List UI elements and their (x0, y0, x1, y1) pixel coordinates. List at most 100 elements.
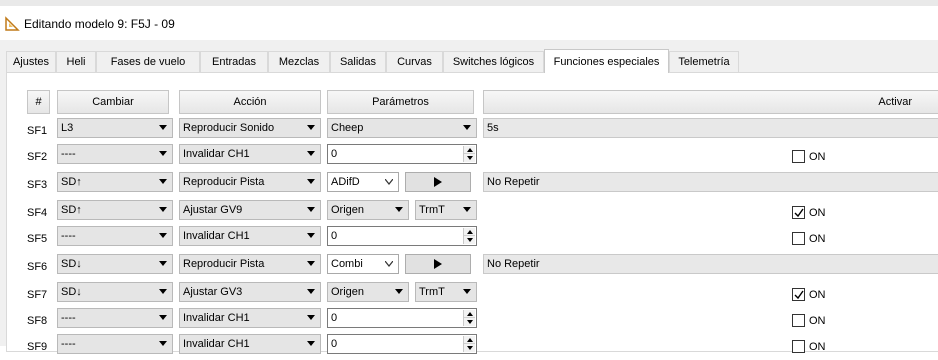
function-id: SF7 (27, 289, 48, 301)
chevron-down-icon (463, 125, 471, 130)
repeat-field[interactable]: No Repetir (483, 254, 938, 274)
tab-salidas[interactable]: Salidas (330, 51, 386, 72)
action-dropdown[interactable]: Ajustar GV3 (179, 282, 321, 302)
function-row: SF4 SD↑ Ajustar GV9 Origen TrmT ON (27, 200, 938, 226)
tab-funciones-especiales[interactable]: Funciones especiales (544, 49, 669, 73)
chevron-down-icon (159, 207, 167, 212)
special-functions-page: # Cambiar Acción Parámetros Activar SF1 … (6, 72, 938, 354)
switch-dropdown[interactable]: ---- (57, 144, 173, 164)
function-id: SF3 (27, 179, 48, 191)
enable-checkbox[interactable] (792, 232, 805, 245)
switch-dropdown[interactable]: ---- (57, 334, 173, 354)
play-icon (434, 259, 442, 269)
checkbox-label: ON (809, 315, 826, 327)
title-bar: Editando modelo 9: F5J - 09 (0, 0, 938, 40)
chevron-down-icon (307, 341, 315, 346)
tab-mezclas[interactable]: Mezclas (268, 51, 330, 72)
repeat-field[interactable]: 5s (483, 118, 938, 138)
source-type-dropdown[interactable]: Origen (327, 282, 409, 302)
source-dropdown[interactable]: TrmT (415, 282, 477, 302)
switch-dropdown[interactable]: L3 (57, 118, 173, 138)
chevron-down-icon (307, 125, 315, 130)
switch-dropdown[interactable]: SD↑ (57, 200, 173, 220)
checkbox-label: ON (809, 207, 826, 219)
function-row: SF1 L3 Reproducir Sonido Cheep 5s (27, 118, 938, 144)
function-row: SF7 SD↓ Ajustar GV3 Origen TrmT ON (27, 282, 938, 308)
spin-down-icon (466, 346, 473, 350)
tab-ajustes[interactable]: Ajustes (6, 51, 56, 72)
spin-buttons[interactable] (463, 146, 475, 162)
tab-switches-logicos[interactable]: Switches lógicos (443, 51, 544, 72)
source-type-dropdown[interactable]: Origen (327, 200, 409, 220)
client-area: Ajustes Heli Fases de vuelo Entradas Mez… (0, 40, 938, 354)
source-dropdown[interactable]: TrmT (415, 200, 477, 220)
spin-up-icon (466, 147, 473, 152)
spin-up-icon (466, 229, 473, 234)
action-dropdown[interactable]: Invalidar CH1 (179, 334, 321, 354)
action-dropdown[interactable]: Ajustar GV9 (179, 200, 321, 220)
enable-checkbox[interactable] (792, 206, 805, 219)
switch-dropdown[interactable]: SD↓ (57, 254, 173, 274)
sound-dropdown[interactable]: Cheep (327, 118, 477, 138)
chevron-down-icon (385, 261, 393, 267)
function-row: SF8 ---- Invalidar CH1 0 ON (27, 308, 938, 334)
value-spinbox[interactable]: 0 (327, 226, 477, 246)
enable-checkbox[interactable] (792, 340, 805, 353)
action-dropdown[interactable]: Reproducir Pista (179, 254, 321, 274)
chevron-down-icon (463, 289, 471, 294)
action-dropdown[interactable]: Invalidar CH1 (179, 226, 321, 246)
function-row: SF3 SD↑ Reproducir Pista ADifD No Repeti… (27, 172, 938, 198)
switch-dropdown[interactable]: ---- (57, 226, 173, 246)
switch-dropdown[interactable]: SD↑ (57, 172, 173, 192)
tab-fases-de-vuelo[interactable]: Fases de vuelo (96, 51, 200, 72)
action-dropdown[interactable]: Reproducir Pista (179, 172, 321, 192)
tab-heli[interactable]: Heli (56, 51, 96, 72)
header-switch: Cambiar (57, 90, 169, 114)
spin-down-icon (466, 156, 473, 160)
chevron-down-icon (159, 341, 167, 346)
tab-curvas[interactable]: Curvas (386, 51, 443, 72)
track-dropdown[interactable]: ADifD (327, 172, 399, 192)
action-dropdown[interactable]: Invalidar CH1 (179, 144, 321, 164)
enable-checkbox[interactable] (792, 314, 805, 327)
value-spinbox[interactable]: 0 (327, 144, 477, 164)
chevron-down-icon (307, 315, 315, 320)
repeat-field[interactable]: No Repetir (483, 172, 938, 192)
switch-dropdown[interactable]: ---- (57, 308, 173, 328)
checkbox-label: ON (809, 151, 826, 163)
chevron-down-icon (159, 179, 167, 184)
function-id: SF4 (27, 207, 48, 219)
action-dropdown[interactable]: Reproducir Sonido (179, 118, 321, 138)
spin-buttons[interactable] (463, 228, 475, 244)
function-id: SF6 (27, 261, 48, 273)
checkbox-label: ON (809, 289, 826, 301)
value-spinbox[interactable]: 0 (327, 334, 477, 354)
enable-checkbox[interactable] (792, 150, 805, 163)
function-row: SF9 ---- Invalidar CH1 0 ON (27, 334, 938, 360)
chevron-down-icon (463, 207, 471, 212)
play-button[interactable] (405, 254, 471, 274)
spin-buttons[interactable] (463, 310, 475, 326)
action-dropdown[interactable]: Invalidar CH1 (179, 308, 321, 328)
play-button[interactable] (405, 172, 471, 192)
track-dropdown[interactable]: Combi (327, 254, 399, 274)
spin-down-icon (466, 320, 473, 324)
header-enable: Activar (483, 90, 938, 114)
header-action: Acción (179, 90, 321, 114)
spin-up-icon (466, 337, 473, 342)
checkmark-icon (794, 208, 804, 218)
chevron-down-icon (395, 207, 403, 212)
chevron-down-icon (307, 233, 315, 238)
value-spinbox[interactable]: 0 (327, 308, 477, 328)
chevron-down-icon (385, 179, 393, 185)
chevron-down-icon (159, 125, 167, 130)
tab-entradas[interactable]: Entradas (200, 51, 268, 72)
tab-telemetria[interactable]: Telemetría (669, 51, 739, 72)
enable-checkbox[interactable] (792, 288, 805, 301)
chevron-down-icon (159, 289, 167, 294)
chevron-down-icon (307, 261, 315, 266)
spin-up-icon (466, 311, 473, 316)
function-row: SF6 SD↓ Reproducir Pista Combi No Repeti… (27, 254, 938, 280)
spin-buttons[interactable] (463, 336, 475, 352)
switch-dropdown[interactable]: SD↓ (57, 282, 173, 302)
